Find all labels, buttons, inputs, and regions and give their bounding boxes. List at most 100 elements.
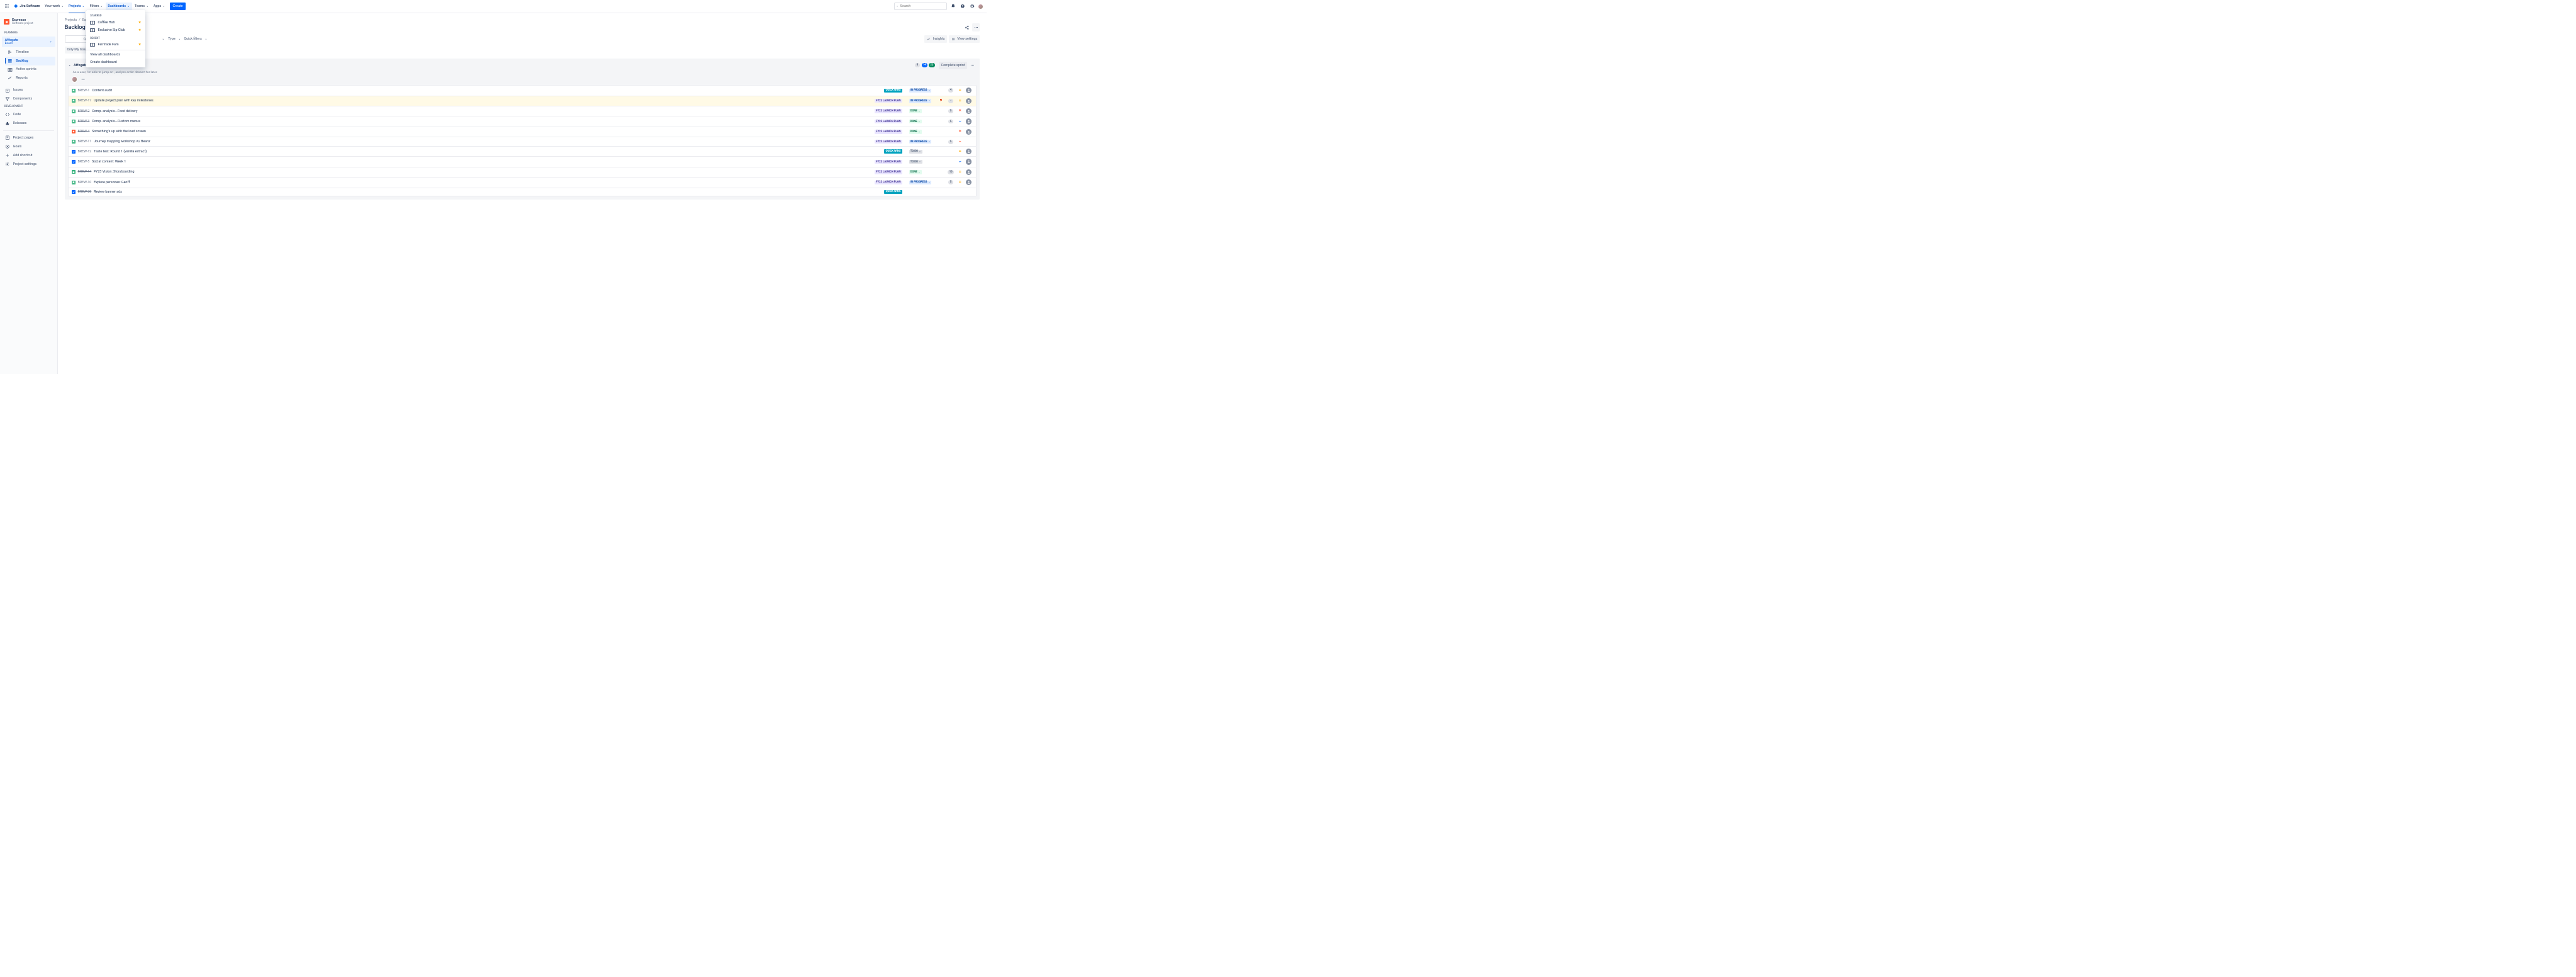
issue-row[interactable]: BREW-3Comp. analysis—Custom menusFY23 LA… [69, 116, 976, 127]
assignee-unassigned[interactable] [966, 88, 972, 93]
issue-row[interactable]: BREW-14FY23 Vision: StoryboardingFY23 LA… [69, 167, 976, 178]
sidebar-item-goals[interactable]: Goals [2, 142, 55, 151]
epic-badge[interactable]: FY23 LAUNCH PLAN [875, 120, 902, 124]
sidebar-item-active-sprints[interactable]: Active sprints [5, 65, 55, 74]
dashboard-item[interactable]: Fairtrade Fam★ [86, 41, 145, 48]
issue-key[interactable]: BREW-10 [78, 181, 92, 184]
issue-row[interactable]: BREW-20Review banner adsQUICK WINS [69, 188, 976, 196]
issue-row[interactable]: BREW-2Comp. analysis—Food deliveryFY23 L… [69, 106, 976, 116]
status-badge[interactable]: DONE [909, 170, 921, 174]
profile-avatar[interactable] [978, 4, 983, 9]
settings-icon[interactable] [968, 3, 976, 10]
issue-key[interactable]: BREW-1 [78, 89, 90, 93]
assignee-unassigned[interactable] [966, 179, 972, 185]
crumb-projects[interactable]: Projects [65, 18, 77, 22]
issue-row[interactable]: BREW-4Something's up with the load scree… [69, 127, 976, 137]
nav-dashboards[interactable]: Dashboards [106, 3, 132, 11]
status-badge[interactable]: TO DO [909, 160, 922, 164]
jira-logo[interactable]: Jira Software [11, 4, 42, 9]
assignee-unassigned[interactable] [966, 98, 972, 104]
assignee-unassigned[interactable] [966, 129, 972, 135]
dashboard-item[interactable]: Coffee Hub★ [86, 19, 145, 26]
issue-key[interactable]: BREW-4 [78, 130, 90, 133]
app-switcher-icon[interactable] [3, 3, 11, 10]
share-icon[interactable] [963, 23, 970, 31]
epic-badge[interactable]: QUICK WINS [884, 190, 902, 195]
assignee-unassigned[interactable] [966, 149, 972, 154]
chevron-down-icon[interactable] [68, 64, 71, 67]
issue-row[interactable]: BREW-11Journey mapping workshop w/ Beanz… [69, 137, 976, 147]
sidebar-item-issues[interactable]: Issues [2, 86, 55, 94]
status-badge[interactable]: IN PROGRESS [909, 140, 931, 144]
sidebar-item-add-shortcut[interactable]: Add shortcut [2, 151, 55, 160]
status-badge[interactable]: DONE [909, 130, 921, 134]
status-badge[interactable]: IN PROGRESS [909, 89, 931, 93]
issue-key[interactable]: BREW-14 [78, 170, 92, 174]
sidebar-item-components[interactable]: Components [2, 94, 55, 103]
more-actions-icon[interactable] [972, 23, 980, 31]
status-badge[interactable]: IN PROGRESS [909, 99, 931, 103]
issue-key[interactable]: BREW-20 [78, 190, 92, 194]
assignee-avatar[interactable] [966, 139, 967, 144]
view-settings-button[interactable]: View settings [949, 35, 980, 43]
epic-badge[interactable]: FY23 LAUNCH PLAN [875, 130, 902, 134]
star-icon[interactable]: ★ [138, 28, 142, 32]
search-input[interactable] [900, 4, 945, 9]
status-badge[interactable]: TO DO [909, 150, 922, 154]
issue-key[interactable]: BREW-3 [78, 120, 90, 123]
assignee-unassigned[interactable] [966, 159, 972, 164]
issue-row[interactable]: BREW-12Taste test: Round 1 (vanilla extr… [69, 147, 976, 157]
issue-key[interactable]: BREW-2 [78, 110, 90, 113]
type-filter[interactable]: Type [168, 37, 181, 41]
status-badge[interactable]: DONE [909, 109, 921, 113]
issue-row[interactable]: BREW-10Explore personas: GeoffFY23 LAUNC… [69, 178, 976, 188]
issue-row[interactable]: BREW-5Social content: Week 1FY23 LAUNCH … [69, 157, 976, 167]
sidebar-item-project-pages[interactable]: Project pages [2, 133, 55, 142]
complete-sprint-button[interactable]: Complete sprint [939, 62, 968, 69]
sprint-more-people-icon[interactable] [80, 76, 86, 82]
epic-badge[interactable]: FY23 LAUNCH PLAN [875, 160, 902, 164]
sidebar-item-project-settings[interactable]: Project settings [2, 160, 55, 169]
status-badge[interactable]: DONE [909, 120, 921, 124]
issue-key[interactable]: BREW-12 [78, 150, 92, 154]
epic-badge[interactable]: QUICK WINS [884, 89, 902, 93]
sidebar-item-reports[interactable]: Reports [5, 74, 55, 82]
global-search[interactable] [894, 3, 947, 10]
sidebar-item-releases[interactable]: Releases [2, 119, 55, 128]
sprint-more-icon[interactable] [969, 62, 977, 69]
sidebar-item-backlog[interactable]: Backlog [5, 57, 55, 65]
star-icon[interactable]: ★ [138, 43, 142, 47]
issue-key[interactable]: BREW-5 [78, 160, 90, 164]
create-dashboard[interactable]: Create dashboard [86, 59, 145, 66]
assignee-unassigned[interactable] [966, 108, 972, 114]
view-all-dashboards[interactable]: View all dashboards [86, 51, 145, 59]
issue-row[interactable]: BREW-17Update project plan with key mile… [69, 96, 976, 106]
epic-badge[interactable]: FY23 LAUNCH PLAN [875, 181, 902, 185]
epic-filter[interactable] [162, 38, 165, 41]
epic-badge[interactable]: QUICK WINS [884, 149, 902, 154]
assignee-unassigned[interactable] [966, 118, 972, 124]
issue-row[interactable]: BREW-1Content auditQUICK WINSIN PROGRESS… [69, 86, 976, 96]
epic-badge[interactable]: FY23 LAUNCH PLAN [875, 170, 902, 174]
sidebar-item-code[interactable]: Code [2, 110, 55, 119]
help-icon[interactable]: ? [959, 3, 966, 10]
sidebar-item-timeline[interactable]: Timeline [5, 48, 55, 57]
board-switcher[interactable]: Affogato Board [2, 37, 55, 47]
issue-key[interactable]: BREW-11 [78, 140, 92, 144]
assignee-unassigned[interactable] [966, 169, 972, 175]
epic-badge[interactable]: FY23 LAUNCH PLAN [875, 140, 902, 144]
status-badge[interactable]: IN PROGRESS [909, 181, 931, 185]
star-icon[interactable]: ★ [138, 21, 142, 25]
notifications-icon[interactable] [949, 3, 956, 10]
insights-button[interactable]: Insights [924, 35, 947, 43]
nav-projects[interactable]: Projects [66, 0, 87, 13]
sprint-owner-avatar[interactable] [72, 76, 77, 82]
epic-badge[interactable]: FY23 LAUNCH PLAN [875, 109, 902, 113]
issue-key[interactable]: BREW-17 [78, 99, 92, 103]
dashboard-item[interactable]: Exclusive Sip Club★ [86, 26, 145, 34]
nav-your-work[interactable]: Your work [42, 0, 66, 13]
epic-badge[interactable]: FY23 LAUNCH PLAN [875, 99, 902, 103]
quick-filters[interactable]: Quick filters [184, 37, 207, 41]
create-button[interactable]: Create [170, 3, 186, 10]
nav-apps[interactable]: Apps [151, 0, 167, 13]
